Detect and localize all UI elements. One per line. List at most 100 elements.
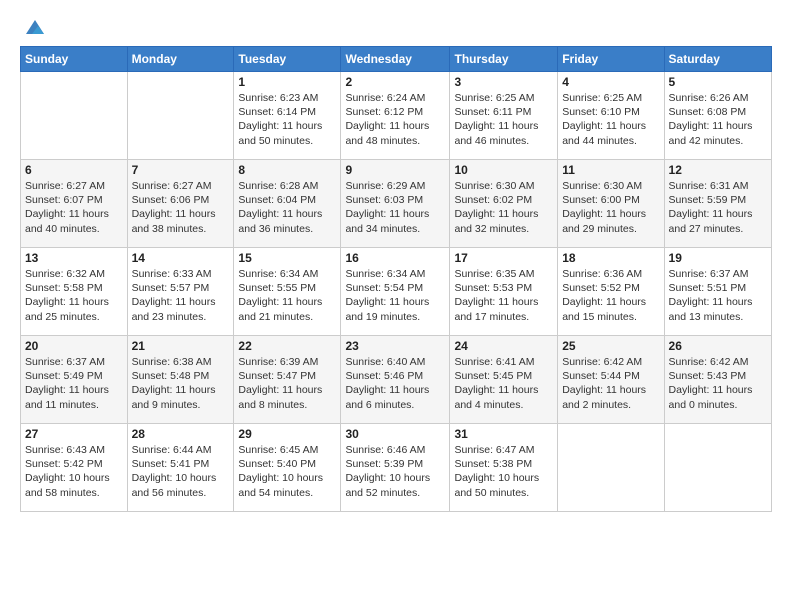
calendar-cell: 19 Sunrise: 6:37 AM Sunset: 5:51 PM Dayli… <box>664 248 771 336</box>
calendar-week-row: 1 Sunrise: 6:23 AM Sunset: 6:14 PM Daylig… <box>21 72 772 160</box>
day-number: 8 <box>238 163 336 177</box>
day-number: 3 <box>454 75 553 89</box>
calendar-cell: 31 Sunrise: 6:47 AM Sunset: 5:38 PM Dayli… <box>450 424 558 512</box>
day-number: 18 <box>562 251 659 265</box>
calendar-cell: 12 Sunrise: 6:31 AM Sunset: 5:59 PM Dayli… <box>664 160 771 248</box>
calendar-cell: 26 Sunrise: 6:42 AM Sunset: 5:43 PM Dayli… <box>664 336 771 424</box>
calendar-cell: 8 Sunrise: 6:28 AM Sunset: 6:04 PM Daylig… <box>234 160 341 248</box>
calendar-cell <box>21 72 128 160</box>
day-info: Sunrise: 6:30 AM Sunset: 6:02 PM Dayligh… <box>454 179 553 236</box>
calendar-cell: 13 Sunrise: 6:32 AM Sunset: 5:58 PM Dayli… <box>21 248 128 336</box>
calendar-cell: 9 Sunrise: 6:29 AM Sunset: 6:03 PM Daylig… <box>341 160 450 248</box>
calendar-cell: 27 Sunrise: 6:43 AM Sunset: 5:42 PM Dayli… <box>21 424 128 512</box>
day-info: Sunrise: 6:26 AM Sunset: 6:08 PM Dayligh… <box>669 91 767 148</box>
day-number: 20 <box>25 339 123 353</box>
day-info: Sunrise: 6:45 AM Sunset: 5:40 PM Dayligh… <box>238 443 336 500</box>
calendar-cell: 18Sunrise: 6:36 AM Sunset: 5:52 PM Dayli… <box>558 248 664 336</box>
calendar-cell: 22 Sunrise: 6:39 AM Sunset: 5:47 PM Dayli… <box>234 336 341 424</box>
calendar: SundayMondayTuesdayWednesdayThursdayFrid… <box>20 46 772 512</box>
calendar-week-row: 6Sunrise: 6:27 AM Sunset: 6:07 PM Daylig… <box>21 160 772 248</box>
day-number: 27 <box>25 427 123 441</box>
day-number: 13 <box>25 251 123 265</box>
calendar-cell: 25 Sunrise: 6:42 AM Sunset: 5:44 PM Dayli… <box>558 336 664 424</box>
day-number: 26 <box>669 339 767 353</box>
day-info: Sunrise: 6:44 AM Sunset: 5:41 PM Dayligh… <box>132 443 230 500</box>
day-number: 23 <box>345 339 445 353</box>
day-number: 15 <box>238 251 336 265</box>
calendar-day-header: Friday <box>558 47 664 72</box>
calendar-cell: 30 Sunrise: 6:46 AM Sunset: 5:39 PM Dayli… <box>341 424 450 512</box>
calendar-cell <box>127 72 234 160</box>
day-number: 10 <box>454 163 553 177</box>
calendar-cell: 14 Sunrise: 6:33 AM Sunset: 5:57 PM Dayli… <box>127 248 234 336</box>
day-info: Sunrise: 6:37 AM Sunset: 5:51 PM Dayligh… <box>669 267 767 324</box>
day-info: Sunrise: 6:46 AM Sunset: 5:39 PM Dayligh… <box>345 443 445 500</box>
calendar-cell: 20 Sunrise: 6:37 AM Sunset: 5:49 PM Dayli… <box>21 336 128 424</box>
day-number: 14 <box>132 251 230 265</box>
day-number: 25 <box>562 339 659 353</box>
day-info: Sunrise: 6:37 AM Sunset: 5:49 PM Dayligh… <box>25 355 123 412</box>
day-number: 7 <box>132 163 230 177</box>
calendar-day-header: Sunday <box>21 47 128 72</box>
day-info: Sunrise: 6:25 AM Sunset: 6:10 PM Dayligh… <box>562 91 659 148</box>
day-info: Sunrise: 6:47 AM Sunset: 5:38 PM Dayligh… <box>454 443 553 500</box>
day-info: Sunrise: 6:28 AM Sunset: 6:04 PM Dayligh… <box>238 179 336 236</box>
day-info: Sunrise: 6:24 AM Sunset: 6:12 PM Dayligh… <box>345 91 445 148</box>
day-number: 12 <box>669 163 767 177</box>
calendar-cell: 24Sunrise: 6:41 AM Sunset: 5:45 PM Dayli… <box>450 336 558 424</box>
logo-icon <box>24 16 46 38</box>
calendar-cell: 21 Sunrise: 6:38 AM Sunset: 5:48 PM Dayli… <box>127 336 234 424</box>
calendar-week-row: 13 Sunrise: 6:32 AM Sunset: 5:58 PM Dayli… <box>21 248 772 336</box>
day-number: 24 <box>454 339 553 353</box>
day-number: 16 <box>345 251 445 265</box>
day-info: Sunrise: 6:42 AM Sunset: 5:43 PM Dayligh… <box>669 355 767 412</box>
day-number: 1 <box>238 75 336 89</box>
day-info: Sunrise: 6:31 AM Sunset: 5:59 PM Dayligh… <box>669 179 767 236</box>
day-number: 19 <box>669 251 767 265</box>
day-number: 5 <box>669 75 767 89</box>
day-info: Sunrise: 6:27 AM Sunset: 6:07 PM Dayligh… <box>25 179 123 236</box>
calendar-week-row: 20 Sunrise: 6:37 AM Sunset: 5:49 PM Dayli… <box>21 336 772 424</box>
day-number: 30 <box>345 427 445 441</box>
calendar-cell: 6Sunrise: 6:27 AM Sunset: 6:07 PM Daylig… <box>21 160 128 248</box>
day-number: 22 <box>238 339 336 353</box>
day-info: Sunrise: 6:34 AM Sunset: 5:55 PM Dayligh… <box>238 267 336 324</box>
day-info: Sunrise: 6:29 AM Sunset: 6:03 PM Dayligh… <box>345 179 445 236</box>
day-info: Sunrise: 6:42 AM Sunset: 5:44 PM Dayligh… <box>562 355 659 412</box>
calendar-day-header: Thursday <box>450 47 558 72</box>
day-info: Sunrise: 6:43 AM Sunset: 5:42 PM Dayligh… <box>25 443 123 500</box>
calendar-cell: 5 Sunrise: 6:26 AM Sunset: 6:08 PM Daylig… <box>664 72 771 160</box>
calendar-cell <box>664 424 771 512</box>
calendar-cell: 2 Sunrise: 6:24 AM Sunset: 6:12 PM Daylig… <box>341 72 450 160</box>
day-number: 28 <box>132 427 230 441</box>
day-info: Sunrise: 6:25 AM Sunset: 6:11 PM Dayligh… <box>454 91 553 148</box>
day-info: Sunrise: 6:38 AM Sunset: 5:48 PM Dayligh… <box>132 355 230 412</box>
calendar-cell <box>558 424 664 512</box>
day-info: Sunrise: 6:30 AM Sunset: 6:00 PM Dayligh… <box>562 179 659 236</box>
day-info: Sunrise: 6:32 AM Sunset: 5:58 PM Dayligh… <box>25 267 123 324</box>
calendar-cell: 15 Sunrise: 6:34 AM Sunset: 5:55 PM Dayli… <box>234 248 341 336</box>
day-number: 31 <box>454 427 553 441</box>
calendar-cell: 1 Sunrise: 6:23 AM Sunset: 6:14 PM Daylig… <box>234 72 341 160</box>
calendar-day-header: Saturday <box>664 47 771 72</box>
calendar-cell: 11Sunrise: 6:30 AM Sunset: 6:00 PM Dayli… <box>558 160 664 248</box>
day-info: Sunrise: 6:27 AM Sunset: 6:06 PM Dayligh… <box>132 179 230 236</box>
day-info: Sunrise: 6:33 AM Sunset: 5:57 PM Dayligh… <box>132 267 230 324</box>
calendar-cell: 16 Sunrise: 6:34 AM Sunset: 5:54 PM Dayli… <box>341 248 450 336</box>
logo <box>20 16 46 38</box>
calendar-cell: 10 Sunrise: 6:30 AM Sunset: 6:02 PM Dayli… <box>450 160 558 248</box>
calendar-cell: 17Sunrise: 6:35 AM Sunset: 5:53 PM Dayli… <box>450 248 558 336</box>
day-number: 21 <box>132 339 230 353</box>
day-info: Sunrise: 6:40 AM Sunset: 5:46 PM Dayligh… <box>345 355 445 412</box>
calendar-week-row: 27 Sunrise: 6:43 AM Sunset: 5:42 PM Dayli… <box>21 424 772 512</box>
calendar-cell: 4Sunrise: 6:25 AM Sunset: 6:10 PM Daylig… <box>558 72 664 160</box>
day-info: Sunrise: 6:39 AM Sunset: 5:47 PM Dayligh… <box>238 355 336 412</box>
day-number: 9 <box>345 163 445 177</box>
calendar-cell: 28 Sunrise: 6:44 AM Sunset: 5:41 PM Dayli… <box>127 424 234 512</box>
calendar-cell: 23 Sunrise: 6:40 AM Sunset: 5:46 PM Dayli… <box>341 336 450 424</box>
day-info: Sunrise: 6:23 AM Sunset: 6:14 PM Dayligh… <box>238 91 336 148</box>
day-info: Sunrise: 6:34 AM Sunset: 5:54 PM Dayligh… <box>345 267 445 324</box>
calendar-cell: 29Sunrise: 6:45 AM Sunset: 5:40 PM Dayli… <box>234 424 341 512</box>
calendar-cell: 3 Sunrise: 6:25 AM Sunset: 6:11 PM Daylig… <box>450 72 558 160</box>
day-number: 2 <box>345 75 445 89</box>
